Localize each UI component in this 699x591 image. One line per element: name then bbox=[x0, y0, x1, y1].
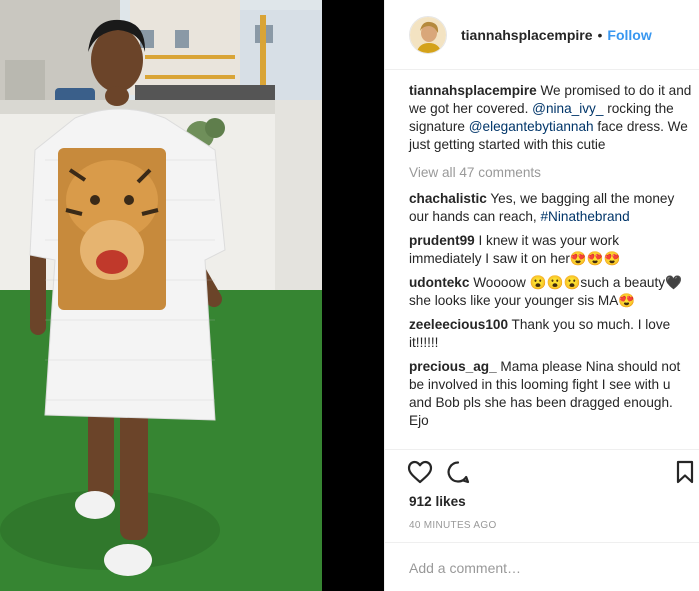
post-author-username[interactable]: tiannahsplacempire bbox=[461, 27, 593, 43]
post-timestamp: 40 MINUTES AGO bbox=[409, 520, 497, 531]
post-image bbox=[0, 0, 322, 591]
hashtag-link[interactable]: #Ninathebrand bbox=[541, 209, 630, 224]
caption-username[interactable]: tiannahsplacempire bbox=[409, 83, 537, 98]
bookmark-icon bbox=[676, 460, 694, 484]
mention-link-nina[interactable]: @nina_ivy_ bbox=[532, 101, 603, 116]
comment-item: zeeleecious100 Thank you so much. I love… bbox=[409, 316, 693, 352]
save-button[interactable] bbox=[675, 460, 695, 489]
heart-icon bbox=[407, 460, 433, 484]
post-photo bbox=[0, 0, 322, 591]
view-all-comments-link[interactable]: View all 47 comments bbox=[409, 164, 693, 182]
actions-divider bbox=[385, 449, 699, 450]
comment-item: chachalistic Yes, we bagging all the mon… bbox=[409, 190, 693, 226]
comment-item: prudent99 I knew it was your work immedi… bbox=[409, 232, 693, 268]
header-separator: • bbox=[597, 26, 603, 43]
post-header: tiannahsplacempire • Follow bbox=[385, 0, 699, 70]
add-comment-input[interactable] bbox=[409, 559, 679, 577]
comment-username[interactable]: precious_ag_ bbox=[409, 359, 497, 374]
post-actions-bar bbox=[407, 460, 697, 488]
avatar[interactable] bbox=[409, 15, 447, 54]
mention-link-elegante[interactable]: @elegantebytiannah bbox=[469, 119, 594, 134]
avatar-image bbox=[410, 16, 446, 53]
post-photo-panel bbox=[0, 0, 384, 591]
likes-count[interactable]: 912 likes bbox=[409, 494, 466, 509]
comment-username[interactable]: udontekc bbox=[409, 275, 469, 290]
comment-button[interactable] bbox=[445, 460, 471, 489]
comment-username[interactable]: zeeleecious100 bbox=[409, 317, 508, 332]
post-sidebar: tiannahsplacempire • Follow tiannahsplac… bbox=[384, 0, 699, 591]
follow-button[interactable]: Follow bbox=[607, 27, 651, 43]
comment-item: precious_ag_ Mama please Nina should not… bbox=[409, 358, 693, 430]
comments-list: tiannahsplacempire We promised to do it … bbox=[409, 82, 693, 436]
comment-divider bbox=[385, 542, 699, 543]
post-caption: tiannahsplacempire We promised to do it … bbox=[409, 82, 693, 154]
comment-item: udontekc Woooow 😮😮😮such a beauty🖤 she lo… bbox=[409, 274, 693, 310]
like-button[interactable] bbox=[407, 460, 433, 489]
comment-username[interactable]: chachalistic bbox=[409, 191, 487, 206]
comment-bubble-icon bbox=[447, 461, 470, 484]
comment-username[interactable]: prudent99 bbox=[409, 233, 475, 248]
